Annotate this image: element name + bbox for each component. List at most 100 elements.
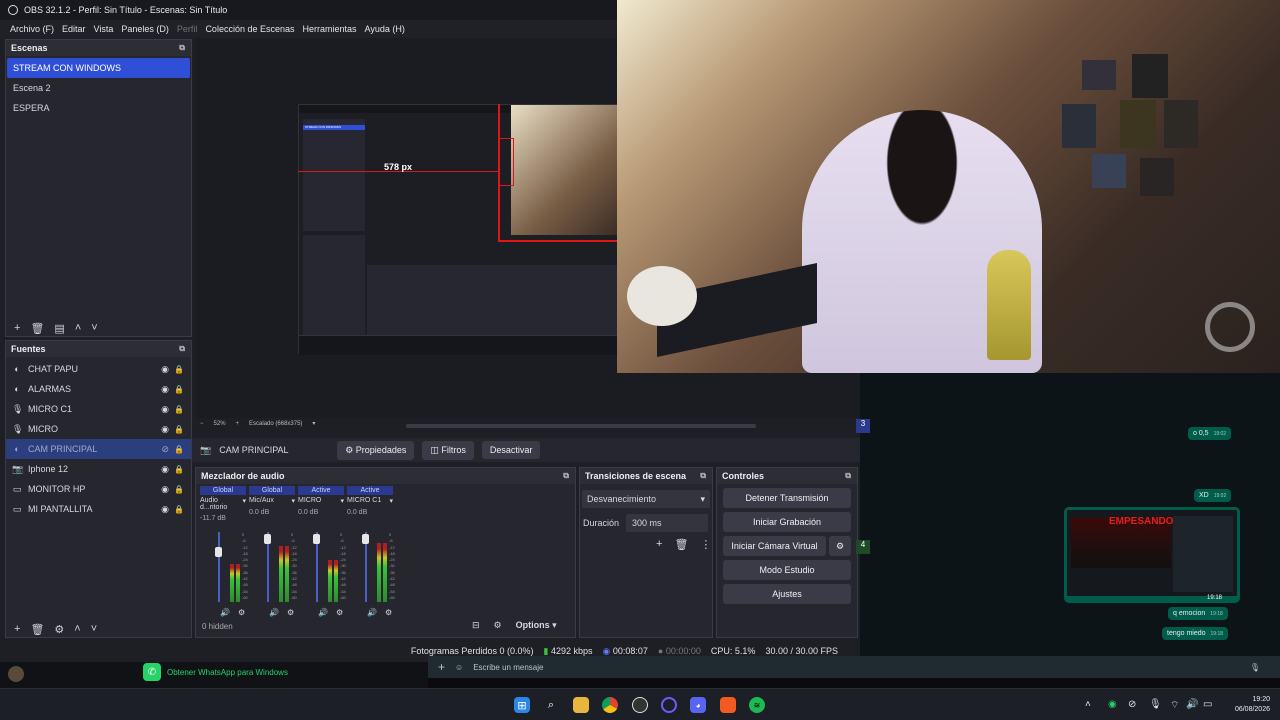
trash-icon[interactable]: 🗑 <box>30 322 44 335</box>
eye-icon[interactable]: ◉ <box>161 464 169 475</box>
channel-name-row[interactable]: Mic/Aux ▾ <box>249 497 295 505</box>
video-message[interactable]: EMPESANDO 19:18 <box>1064 507 1240 603</box>
scene-item-escena2[interactable]: Escena 2 <box>7 78 190 98</box>
properties-button[interactable]: ⚙ Propiedades <box>337 440 415 460</box>
lock-icon[interactable]: 🔒 <box>174 465 184 474</box>
channel-name-row[interactable]: MICRO C1 ▾ <box>347 497 393 505</box>
move-up-icon[interactable]: ˄ <box>74 623 80 635</box>
scene-item-stream[interactable]: STREAM CON WINDOWS <box>7 58 190 78</box>
chevron-down-icon[interactable]: ▾ <box>340 497 344 505</box>
menu-archivo[interactable]: Archivo (F) <box>10 24 54 34</box>
channel-settings-icon[interactable]: ⚙ <box>385 608 392 617</box>
undock-icon[interactable]: ⧉ <box>845 471 851 481</box>
preview-scrollbar[interactable] <box>406 424 756 428</box>
menu-vista[interactable]: Vista <box>94 24 114 34</box>
chevron-down-icon[interactable]: ▾ <box>242 497 246 511</box>
volume-slider-knob[interactable] <box>215 546 222 557</box>
eye-icon[interactable]: ◉ <box>161 424 169 435</box>
source-item[interactable]: ▭ MI PANTALLITA ◉ 🔒 <box>6 499 191 519</box>
move-down-icon[interactable]: ˅ <box>91 623 97 635</box>
undock-icon[interactable]: ⧉ <box>563 471 569 481</box>
source-item[interactable]: ▭ MONITOR HP ◉ 🔒 <box>6 479 191 499</box>
stop-stream-button[interactable]: Detener Transmisión <box>723 488 851 508</box>
gear-icon[interactable]: ⚙ <box>54 623 64 636</box>
menu-herramientas[interactable]: Herramientas <box>303 24 357 34</box>
mic-icon[interactable]: 🎙 <box>1149 699 1162 710</box>
mixer-gear-icon[interactable]: ⚙ <box>494 620 502 631</box>
emoji-icon[interactable]: ☺ <box>455 663 463 672</box>
chevron-down-icon[interactable]: ▾ <box>389 497 393 505</box>
message-input[interactable]: Escribe un mensaje <box>473 663 1240 672</box>
add-icon[interactable]: + <box>14 322 20 334</box>
undock-icon[interactable]: ⧉ <box>700 471 706 481</box>
obs-icon[interactable] <box>632 697 648 713</box>
brave-icon[interactable] <box>720 697 736 713</box>
volume-slider-knob[interactable] <box>362 534 369 544</box>
eye-hidden-icon[interactable]: ⊘ <box>161 444 169 455</box>
channel-settings-icon[interactable]: ⚙ <box>287 608 294 617</box>
tray-app-icon[interactable]: ◉ <box>1108 699 1117 710</box>
zoom-out-icon[interactable]: − <box>200 421 204 427</box>
eye-icon[interactable]: ◉ <box>161 484 169 495</box>
channel-settings-icon[interactable]: ⚙ <box>336 608 343 617</box>
avatar[interactable] <box>8 666 24 682</box>
lock-icon[interactable]: 🔒 <box>174 385 184 394</box>
speaker-icon[interactable]: 🔊 <box>269 608 279 617</box>
mute-icon[interactable]: ⊘ <box>1128 699 1136 710</box>
duration-input[interactable]: 300 ms <box>626 514 708 532</box>
zoom-dropdown-icon[interactable]: ▾ <box>312 420 315 427</box>
menu-ayuda[interactable]: Ayuda (H) <box>365 24 405 34</box>
volume-icon[interactable]: 🔊 <box>1186 699 1198 710</box>
undock-icon[interactable]: ⧉ <box>179 344 185 354</box>
scene-item-espera[interactable]: ESPERA <box>7 98 190 118</box>
search-icon[interactable]: ⌕ <box>543 697 559 713</box>
lock-icon[interactable]: 🔒 <box>174 425 184 434</box>
wifi-icon[interactable]: ⌔ <box>1170 699 1179 712</box>
trash-icon[interactable]: 🗑 <box>30 623 44 636</box>
add-transition-icon[interactable]: + <box>656 538 662 551</box>
attach-icon[interactable]: + <box>438 660 445 674</box>
menu-paneles[interactable]: Paneles (D) <box>121 24 169 34</box>
settings-button[interactable]: Ajustes <box>723 584 851 604</box>
browser-icon[interactable] <box>661 697 677 713</box>
speaker-icon[interactable]: 🔊 <box>318 608 328 617</box>
volume-slider-knob[interactable] <box>313 534 320 544</box>
more-icon[interactable]: ⋮ <box>700 538 711 551</box>
clock[interactable]: 19:20 06/08/2026 <box>1228 695 1270 715</box>
lock-icon[interactable]: 🔒 <box>174 505 184 514</box>
tray-chevron-icon[interactable]: ˄ <box>1085 699 1091 710</box>
layout-icon[interactable]: ⊟ <box>472 620 480 631</box>
lock-icon[interactable]: 🔒 <box>174 445 184 454</box>
channel-name-row[interactable]: Audio d...ritorio ▾ <box>200 497 246 511</box>
channel-name-row[interactable]: MICRO ▾ <box>298 497 344 505</box>
start-icon[interactable]: ⊞ <box>514 697 530 713</box>
lock-icon[interactable]: 🔒 <box>174 485 184 494</box>
whatsapp-promo[interactable]: ✆ Obtener WhatsApp para Windows <box>143 662 288 682</box>
virtual-camera-button[interactable]: Iniciar Cámara Virtual <box>723 536 826 556</box>
move-up-icon[interactable]: ˄ <box>75 322 81 334</box>
eye-icon[interactable]: ◉ <box>161 384 169 395</box>
source-item[interactable]: ◐ ALARMAS ◉ 🔒 <box>6 379 191 399</box>
spotify-icon[interactable]: ≋ <box>749 697 765 713</box>
discord-icon[interactable]: ◕ <box>690 697 706 713</box>
channel-settings-icon[interactable]: ⚙ <box>238 608 245 617</box>
source-item[interactable]: 🎙 MICRO C1 ◉ 🔒 <box>6 399 191 419</box>
deactivate-button[interactable]: Desactivar <box>481 441 541 459</box>
mixer-options-button[interactable]: Options ▾ <box>516 620 557 631</box>
transition-select[interactable]: Desvanecimiento ▾ <box>582 490 710 508</box>
source-item[interactable]: 📷 Iphone 12 ◉ 🔒 <box>6 459 191 479</box>
move-down-icon[interactable]: ˅ <box>91 322 97 334</box>
chrome-icon[interactable] <box>602 697 618 713</box>
filters-button[interactable]: ◫ Filtros <box>422 440 474 460</box>
volume-slider-knob[interactable] <box>264 534 271 544</box>
zoom-in-icon[interactable]: + <box>236 421 240 427</box>
lock-icon[interactable]: 🔒 <box>174 405 184 414</box>
start-recording-button[interactable]: Iniciar Grabación <box>723 512 851 532</box>
file-explorer-icon[interactable] <box>573 697 589 713</box>
menu-coleccion[interactable]: Colección de Escenas <box>205 24 294 34</box>
add-icon[interactable]: + <box>14 623 20 635</box>
battery-icon[interactable]: ▭ <box>1203 699 1212 710</box>
filter-icon[interactable]: ▤ <box>54 322 64 335</box>
chevron-down-icon[interactable]: ▾ <box>291 497 295 505</box>
undock-icon[interactable]: ⧉ <box>179 43 185 53</box>
